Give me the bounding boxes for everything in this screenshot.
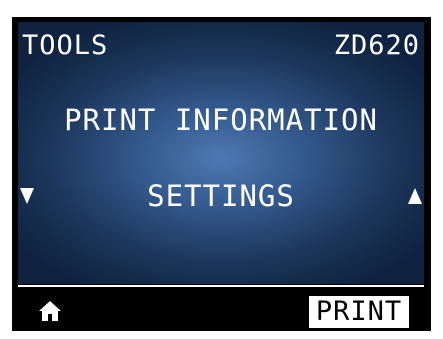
- printer-display-bezel: TOOLS ZD620 PRINT INFORMATION SETTINGS P…: [0, 0, 443, 339]
- up-arrow-icon[interactable]: [408, 188, 422, 204]
- menu-title: TOOLS: [22, 30, 109, 61]
- printer-model: ZD620: [333, 30, 420, 61]
- menu-item-print-information[interactable]: PRINT INFORMATION: [18, 106, 424, 135]
- footer-divider: [18, 285, 424, 287]
- lcd-screen: TOOLS ZD620 PRINT INFORMATION SETTINGS P…: [12, 17, 431, 331]
- print-button[interactable]: PRINT: [309, 296, 409, 328]
- menu-item-settings[interactable]: SETTINGS: [18, 182, 424, 211]
- home-icon[interactable]: [38, 300, 62, 322]
- menu-panel: TOOLS ZD620 PRINT INFORMATION SETTINGS: [18, 22, 424, 284]
